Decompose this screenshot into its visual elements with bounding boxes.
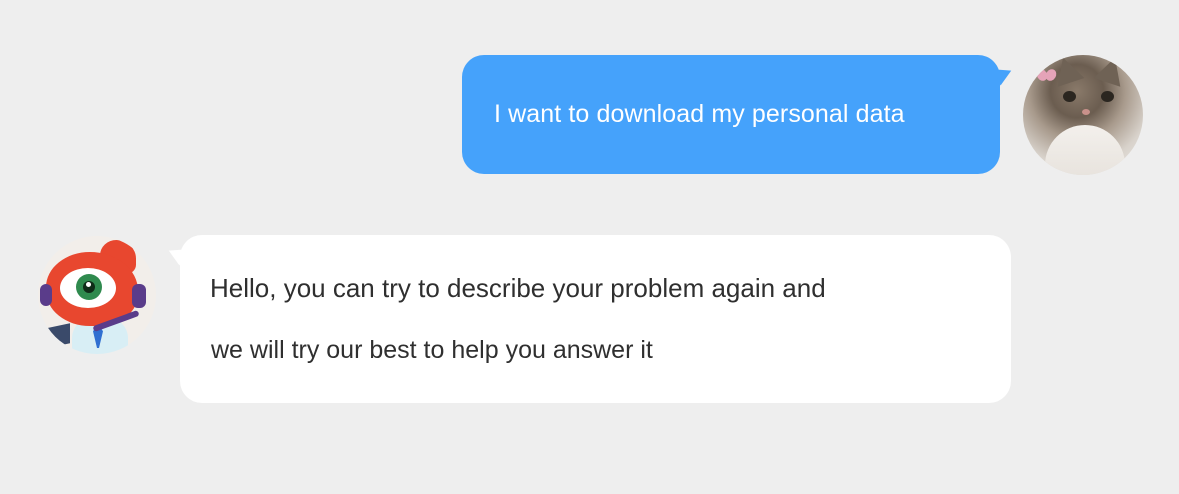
laptop-icon: [44, 323, 70, 349]
cat-nose: [1082, 109, 1090, 115]
mascot-eye-shine: [86, 282, 91, 287]
user-message-bubble[interactable]: I want to download my personal data: [462, 55, 1000, 174]
assistant-message-line-2: we will try our best to help you answer …: [211, 336, 653, 364]
cat-eye-right: [1101, 91, 1114, 102]
cat-ear-right: [1093, 55, 1129, 87]
cat-body: [1045, 125, 1125, 175]
headset-icon: [132, 284, 146, 308]
pink-bow-icon: [1037, 69, 1055, 83]
cat-eye-left: [1063, 91, 1076, 102]
support-mascot-avatar-icon[interactable]: [38, 236, 156, 354]
chat-area: I want to download my personal data Hell…: [0, 0, 1179, 494]
assistant-message-bubble[interactable]: Hello, you can try to describe your prob…: [180, 235, 1011, 403]
headset-earpiece-left: [40, 284, 52, 306]
cat-avatar-icon[interactable]: [1023, 55, 1143, 175]
user-message-text: I want to download my personal data: [494, 100, 905, 128]
assistant-message-line-1: Hello, you can try to describe your prob…: [210, 273, 826, 303]
